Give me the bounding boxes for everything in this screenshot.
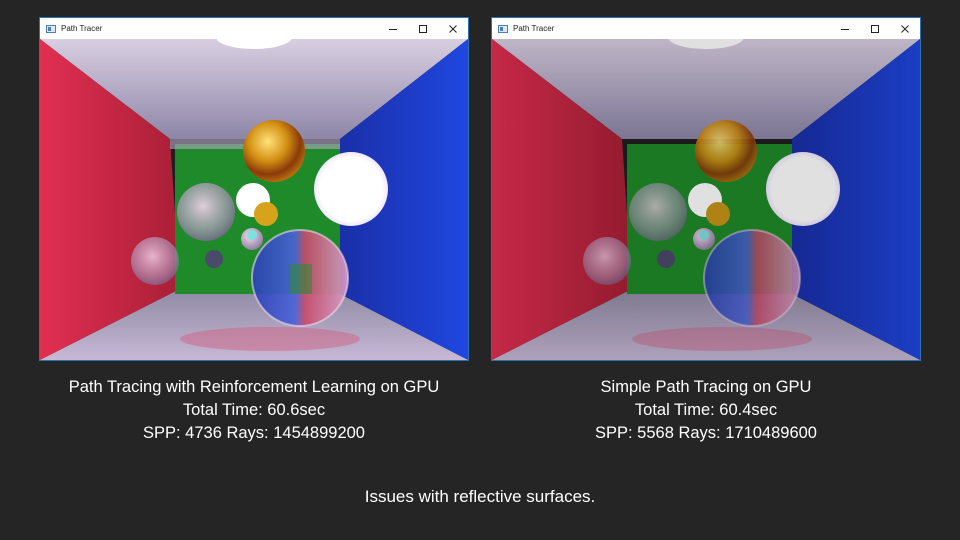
title-bar[interactable]: Path Tracer xyxy=(492,18,920,39)
minimize-icon xyxy=(389,28,397,30)
caption-total-time: Total Time: 60.4sec xyxy=(634,401,778,419)
caption-spp-rays: SPP: 4736 Rays: 1454899200 xyxy=(142,424,365,442)
close-button[interactable] xyxy=(890,18,920,39)
minimize-button[interactable] xyxy=(378,18,408,39)
close-icon xyxy=(449,24,457,33)
maximize-icon xyxy=(871,24,879,33)
app-window-icon xyxy=(498,24,508,33)
window-title: Path Tracer xyxy=(61,24,103,33)
rendered-scene xyxy=(492,39,920,360)
close-button[interactable] xyxy=(438,18,468,39)
rendered-scene xyxy=(40,39,468,360)
render-viewport[interactable] xyxy=(40,39,468,360)
footer-note: Issues with reflective surfaces. xyxy=(364,487,596,506)
caption-spp-rays: SPP: 5568 Rays: 1710489600 xyxy=(594,424,817,442)
caption-method: Simple Path Tracing on GPU xyxy=(600,378,812,396)
maximize-button[interactable] xyxy=(408,18,438,39)
caption-simple: Simple Path Tracing on GPU Total Time: 6… xyxy=(466,376,946,445)
window-title: Path Tracer xyxy=(513,24,555,33)
minimize-icon xyxy=(841,28,849,30)
render-viewport[interactable] xyxy=(492,39,920,360)
maximize-button[interactable] xyxy=(860,18,890,39)
minimize-button[interactable] xyxy=(830,18,860,39)
title-bar[interactable]: Path Tracer xyxy=(40,18,468,39)
window-rl-path-tracer[interactable]: Path Tracer xyxy=(40,18,468,360)
window-simple-path-tracer[interactable]: Path Tracer xyxy=(492,18,920,360)
caption-total-time: Total Time: 60.6sec xyxy=(182,401,326,419)
caption-method: Path Tracing with Reinforcement Learning… xyxy=(68,378,440,396)
app-window-icon xyxy=(46,24,56,33)
maximize-icon xyxy=(419,24,427,33)
caption-rl: Path Tracing with Reinforcement Learning… xyxy=(14,376,494,445)
close-icon xyxy=(901,24,909,33)
